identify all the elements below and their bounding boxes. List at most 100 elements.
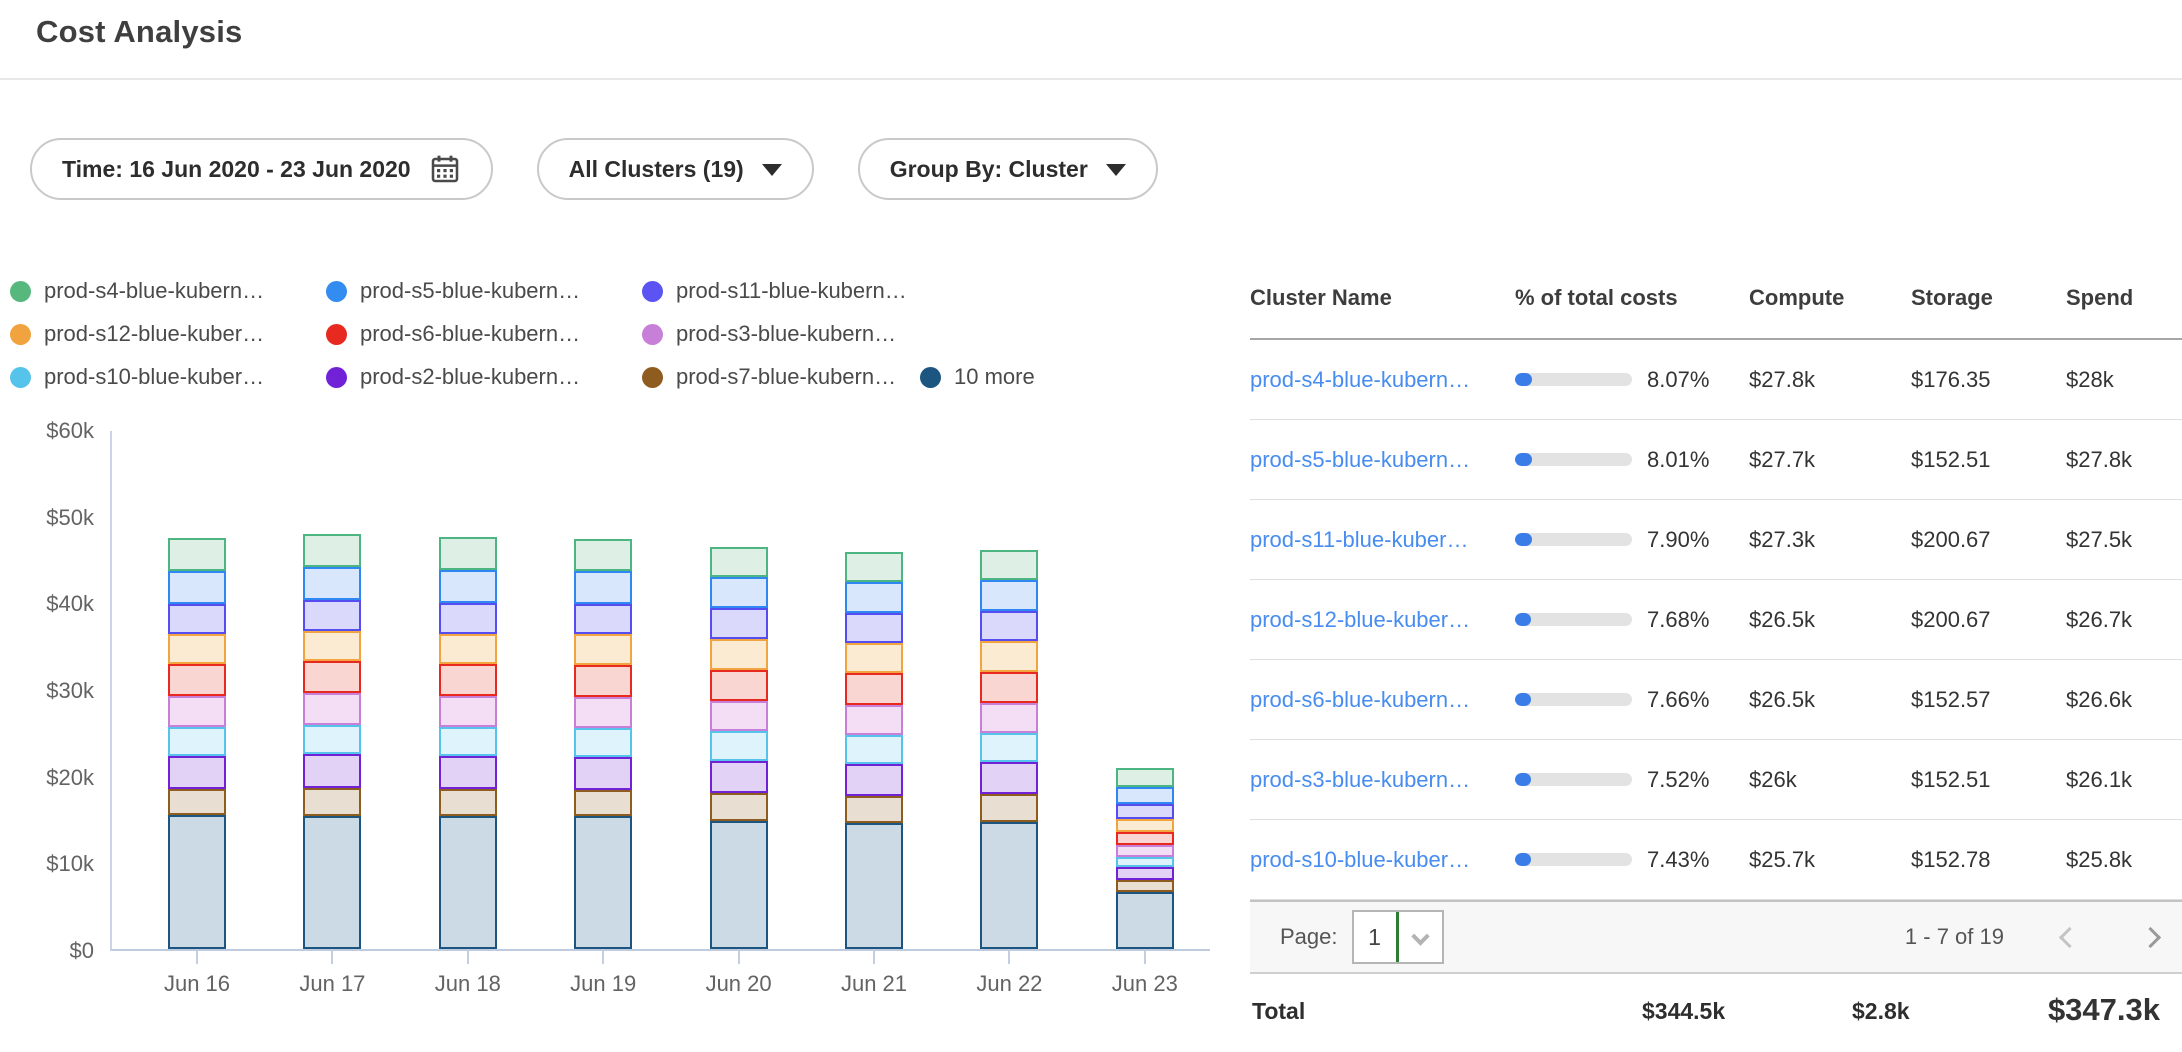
stacked-bar[interactable] bbox=[574, 539, 632, 949]
bar-segment bbox=[980, 794, 1038, 822]
legend-item[interactable]: prod-s12-blue-kuber… bbox=[10, 321, 326, 347]
pct-value: 7.90% bbox=[1647, 527, 1709, 553]
bar-segment bbox=[710, 701, 768, 731]
bar-segment bbox=[710, 793, 768, 821]
bar-segment bbox=[168, 789, 226, 815]
chevron-down-icon bbox=[1106, 164, 1126, 176]
compute-value: $27.3k bbox=[1749, 527, 1911, 553]
col-header-compute: Compute bbox=[1749, 285, 1911, 311]
time-range-filter[interactable]: Time: 16 Jun 2020 - 23 Jun 2020 bbox=[30, 138, 493, 200]
cluster-name-link[interactable]: prod-s11-blue-kuber… bbox=[1250, 527, 1515, 553]
bar-segment bbox=[574, 571, 632, 604]
legend-item[interactable]: prod-s6-blue-kubern… bbox=[326, 321, 642, 347]
stacked-bar[interactable] bbox=[303, 534, 361, 949]
bar-segment bbox=[168, 756, 226, 789]
group-by-dropdown[interactable]: Group By: Cluster bbox=[858, 138, 1158, 200]
bar-segment bbox=[710, 670, 768, 701]
legend-item[interactable]: prod-s2-blue-kubern… bbox=[326, 364, 642, 390]
pct-progress-fill bbox=[1515, 773, 1531, 786]
compute-value: $26.5k bbox=[1749, 607, 1911, 633]
bar-segment bbox=[303, 600, 361, 631]
stacked-bar[interactable] bbox=[168, 538, 226, 949]
spend-value: $26.7k bbox=[2066, 607, 2182, 633]
legend-row: prod-s12-blue-kuber…prod-s6-blue-kubern…… bbox=[10, 321, 1230, 347]
bar-segment bbox=[168, 727, 226, 756]
legend-item[interactable]: prod-s7-blue-kubern… bbox=[642, 364, 920, 390]
bar-segment bbox=[168, 571, 226, 604]
pct-value: 8.01% bbox=[1647, 447, 1709, 473]
chart-legend: prod-s4-blue-kubern…prod-s5-blue-kubern…… bbox=[10, 278, 1230, 390]
bar-segment bbox=[168, 604, 226, 634]
y-axis: $0$10k$20k$30k$40k$50k$60k bbox=[10, 414, 94, 954]
x-axis-tick bbox=[1144, 949, 1146, 964]
col-header-spend: Spend bbox=[2066, 285, 2182, 311]
y-axis-tick-label: $30k bbox=[46, 678, 94, 704]
legend-item[interactable]: prod-s3-blue-kubern… bbox=[642, 321, 920, 347]
spend-value: $27.8k bbox=[2066, 447, 2182, 473]
bar-segment bbox=[710, 547, 768, 577]
pct-of-total-cell: 7.66% bbox=[1515, 687, 1749, 713]
stacked-bar[interactable] bbox=[1116, 768, 1174, 949]
x-axis-tick-label: Jun 16 bbox=[127, 971, 267, 997]
cluster-name-link[interactable]: prod-s5-blue-kubern… bbox=[1250, 447, 1515, 473]
table-row: prod-s12-blue-kuber… 7.68% $26.5k$200.67$2… bbox=[1250, 580, 2182, 660]
clusters-filter-dropdown[interactable]: All Clusters (19) bbox=[537, 138, 814, 200]
bar-segment bbox=[439, 634, 497, 664]
legend-item[interactable]: prod-s10-blue-kuber… bbox=[10, 364, 326, 390]
cluster-name-link[interactable]: prod-s12-blue-kuber… bbox=[1250, 607, 1515, 633]
pagination-range: 1 - 7 of 19 bbox=[1905, 924, 2004, 950]
bar-segment bbox=[574, 757, 632, 790]
storage-value: $200.67 bbox=[1911, 527, 2066, 553]
main-content: prod-s4-blue-kubern…prod-s5-blue-kubern…… bbox=[0, 258, 2182, 1048]
legend-dot-icon bbox=[326, 324, 347, 345]
pct-progress-fill bbox=[1515, 533, 1532, 546]
stacked-bar[interactable] bbox=[845, 552, 903, 949]
total-compute-value: $344.5k bbox=[1642, 998, 1725, 1025]
x-axis-tick bbox=[602, 949, 604, 964]
previous-page-button[interactable] bbox=[2059, 926, 2080, 947]
bar-segment bbox=[574, 604, 632, 634]
legend-item[interactable]: prod-s11-blue-kubern… bbox=[642, 278, 920, 304]
storage-value: $176.35 bbox=[1911, 367, 2066, 393]
bar-segment bbox=[980, 733, 1038, 762]
cluster-name-link[interactable]: prod-s10-blue-kuber… bbox=[1250, 847, 1515, 873]
spend-value: $26.1k bbox=[2066, 767, 2182, 793]
next-page-button[interactable] bbox=[2140, 926, 2161, 947]
legend-item[interactable]: prod-s5-blue-kubern… bbox=[326, 278, 642, 304]
bar-segment bbox=[710, 821, 768, 949]
bar-segment bbox=[439, 537, 497, 570]
legend-item-label: prod-s2-blue-kubern… bbox=[360, 364, 580, 390]
total-spend-value: $347.3k bbox=[2048, 992, 2160, 1028]
cluster-name-link[interactable]: prod-s4-blue-kubern… bbox=[1250, 367, 1515, 393]
col-header-cluster-name: Cluster Name bbox=[1250, 285, 1515, 311]
pct-progress-track bbox=[1515, 693, 1632, 706]
bar-segment bbox=[574, 816, 632, 949]
pct-of-total-cell: 7.90% bbox=[1515, 527, 1749, 553]
legend-item[interactable]: 10 more bbox=[920, 364, 1035, 390]
storage-value: $200.67 bbox=[1911, 607, 2066, 633]
cluster-name-link[interactable]: prod-s3-blue-kubern… bbox=[1250, 767, 1515, 793]
page-title: Cost Analysis bbox=[36, 14, 242, 50]
pct-of-total-cell: 8.01% bbox=[1515, 447, 1749, 473]
page-select[interactable]: 1 bbox=[1352, 910, 1444, 964]
legend-item[interactable]: prod-s4-blue-kubern… bbox=[10, 278, 326, 304]
bar-segment bbox=[1116, 845, 1174, 857]
y-axis-tick-label: $10k bbox=[46, 851, 94, 877]
pagination-bar: Page: 1 1 - 7 of 19 bbox=[1250, 900, 2182, 974]
pct-value: 7.68% bbox=[1647, 607, 1709, 633]
stacked-bar[interactable] bbox=[710, 547, 768, 949]
stacked-bar[interactable] bbox=[980, 550, 1038, 949]
bar-segment bbox=[439, 816, 497, 950]
x-axis-tick-label: Jun 17 bbox=[262, 971, 402, 997]
bar-segment bbox=[168, 634, 226, 664]
y-axis-tick-label: $50k bbox=[46, 505, 94, 531]
x-axis-tick bbox=[196, 949, 198, 964]
stacked-bar[interactable] bbox=[439, 537, 497, 949]
x-axis-tick-label: Jun 18 bbox=[398, 971, 538, 997]
x-axis-tick bbox=[1008, 949, 1010, 964]
storage-value: $152.51 bbox=[1911, 447, 2066, 473]
cluster-name-link[interactable]: prod-s6-blue-kubern… bbox=[1250, 687, 1515, 713]
chevron-down-icon bbox=[762, 164, 782, 176]
bar-segment bbox=[439, 603, 497, 633]
y-axis-tick-label: $20k bbox=[46, 765, 94, 791]
